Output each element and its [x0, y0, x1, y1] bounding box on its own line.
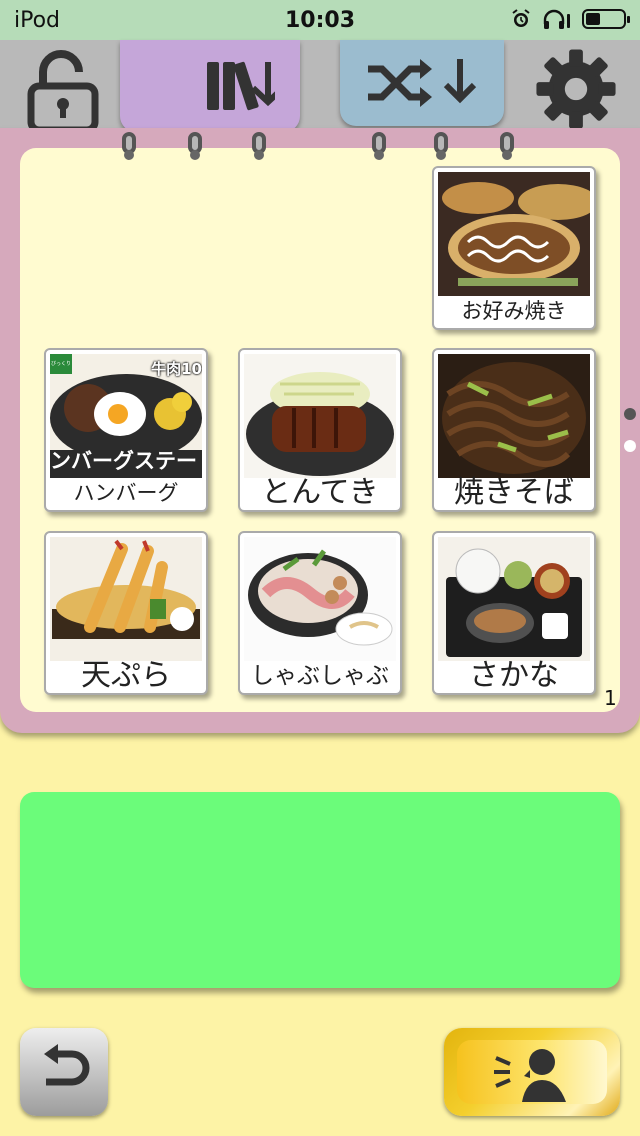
card-hamburg[interactable]: びっくりドンキー 牛肉10 ンバーグステー ハンバーグ — [44, 348, 208, 512]
card-label: 天ぷら — [81, 658, 171, 693]
alarm-icon — [512, 9, 530, 27]
page-number: 1 — [604, 686, 617, 710]
binder-ring — [372, 132, 386, 160]
undo-button[interactable] — [20, 1028, 108, 1116]
binder-ring — [122, 132, 136, 160]
tonteki-image — [244, 354, 396, 478]
battery-icon — [582, 9, 630, 29]
card-tempura[interactable]: 天ぷら — [44, 531, 208, 695]
shuffle-tab[interactable] — [340, 40, 504, 126]
books-icon — [207, 61, 275, 111]
page-indicator-dot[interactable] — [624, 408, 636, 420]
card-label: お好み焼き — [461, 299, 567, 323]
shuffle-icon — [368, 59, 477, 107]
binder-ring — [252, 132, 266, 160]
books-tab[interactable] — [120, 40, 300, 132]
card-okonomiyaki[interactable]: お好み焼き — [432, 166, 596, 330]
hamburg-image: びっくりドンキー 牛肉10 ンバーグステー — [50, 354, 202, 478]
card-yakisoba[interactable]: 焼きそば — [432, 348, 596, 512]
binder-ring — [188, 132, 202, 160]
unlock-icon — [27, 50, 99, 130]
card-label: しゃぶしゃぶ — [251, 663, 389, 689]
card-shabushabu[interactable]: しゃぶしゃぶ — [238, 531, 402, 695]
shabushabu-image — [244, 537, 396, 661]
beef-badge-text: 牛肉10 — [151, 360, 202, 378]
yakisoba-image — [438, 354, 590, 478]
brand-logo-text: びっくりドンキー — [51, 361, 71, 367]
status-icons — [510, 8, 630, 30]
card-tonteki[interactable]: とんてき — [238, 348, 402, 512]
settings-button[interactable] — [528, 46, 624, 132]
speak-button[interactable] — [444, 1028, 620, 1116]
status-bar: iPod 10:03 — [0, 0, 640, 40]
card-sakana[interactable]: さかな — [432, 531, 596, 695]
headphones-icon — [543, 9, 570, 29]
card-label: さかな — [469, 658, 559, 693]
card-label: とんてき — [261, 475, 379, 510]
toolbar — [0, 40, 640, 130]
card-label: ハンバーグ — [73, 481, 179, 505]
message-bar[interactable] — [20, 792, 620, 988]
page-indicator-dot-active[interactable] — [624, 440, 636, 452]
speaking-person-icon — [494, 1049, 566, 1102]
card-label: 焼きそば — [454, 475, 574, 510]
lock-button[interactable] — [22, 50, 104, 130]
binder-ring — [500, 132, 514, 160]
undo-icon — [44, 1044, 90, 1086]
okonomiyaki-image — [438, 172, 590, 296]
fish-set-image — [438, 537, 590, 661]
tempura-image — [50, 537, 202, 661]
gear-icon — [536, 49, 616, 129]
binder-ring — [434, 132, 448, 160]
steak-banner-text: ンバーグステー — [50, 449, 197, 473]
